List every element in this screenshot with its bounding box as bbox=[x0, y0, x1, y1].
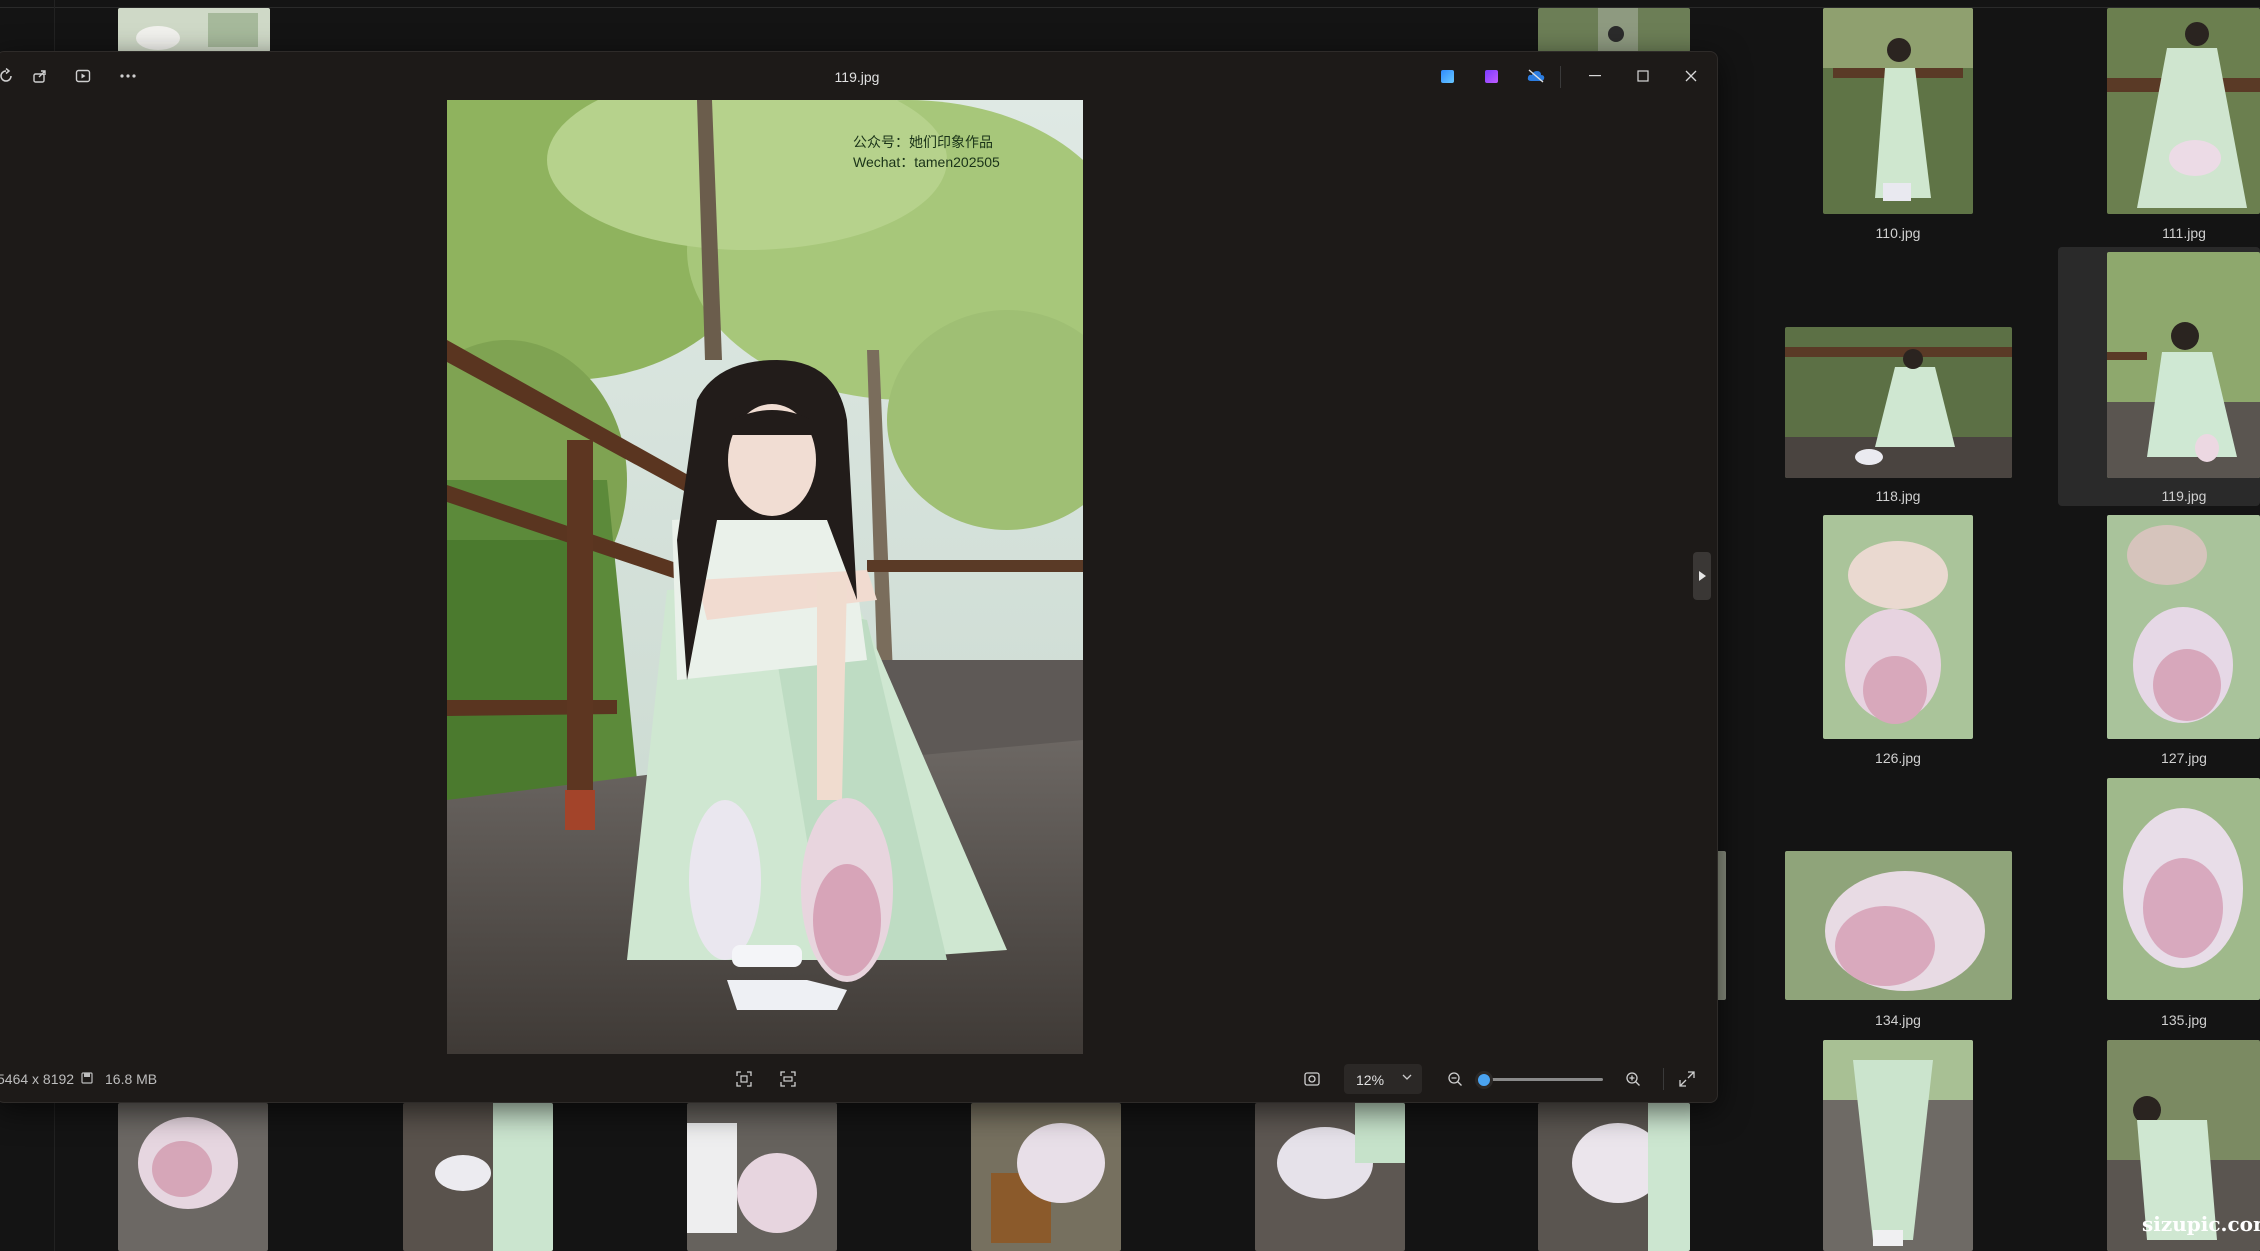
thumbnail-label: 126.jpg bbox=[1875, 750, 1921, 766]
gallery-thumbnail-126[interactable] bbox=[1823, 515, 1973, 739]
gallery-thumbnail-118[interactable] bbox=[1785, 327, 2012, 478]
fullscreen-icon[interactable] bbox=[1672, 1066, 1702, 1092]
clipchamp-icon[interactable] bbox=[1476, 62, 1506, 90]
titlebar-separator bbox=[1560, 66, 1561, 88]
main-photo[interactable]: 公众号：她们印象作品 Wechat：tamen202505 bbox=[447, 100, 1083, 1054]
gallery-thumbnail[interactable] bbox=[1538, 1103, 1690, 1251]
statusbar-separator bbox=[1663, 1068, 1664, 1090]
save-icon bbox=[81, 1071, 93, 1087]
fit-to-window-icon[interactable] bbox=[729, 1066, 759, 1092]
next-image-button[interactable] bbox=[1693, 552, 1711, 600]
gallery-thumbnail[interactable] bbox=[687, 1103, 837, 1251]
visual-search-icon[interactable] bbox=[1297, 1066, 1327, 1092]
edit-app-icon[interactable] bbox=[1432, 62, 1462, 90]
gallery-thumbnail[interactable] bbox=[403, 1103, 553, 1251]
gallery-thumbnail[interactable] bbox=[1823, 1040, 1973, 1251]
gallery-thumbnail[interactable] bbox=[118, 1103, 268, 1251]
zoom-slider-thumb[interactable] bbox=[1475, 1071, 1493, 1089]
gallery-thumbnail-134[interactable] bbox=[1785, 851, 2012, 1000]
viewer-statusbar: 5464 x 8192 16.8 MB 12% bbox=[0, 1056, 1717, 1102]
zoom-in-icon[interactable] bbox=[1618, 1066, 1648, 1092]
file-size: 16.8 MB bbox=[105, 1071, 158, 1087]
minimize-button[interactable] bbox=[1572, 58, 1618, 94]
thumbnail-label: 111.jpg bbox=[2162, 225, 2206, 241]
gallery-thumbnail-127[interactable] bbox=[2107, 515, 2260, 739]
chevron-down-icon bbox=[1402, 1071, 1412, 1083]
zoom-slider-track[interactable] bbox=[1481, 1078, 1603, 1081]
thumbnail-label: 127.jpg bbox=[2161, 750, 2207, 766]
photo-watermark-line1: 公众号：她们印象作品 bbox=[853, 134, 993, 150]
gallery-thumbnail[interactable] bbox=[971, 1103, 1121, 1251]
onedrive-icon[interactable] bbox=[1521, 62, 1551, 90]
site-watermark: sizupic.com bbox=[2142, 1212, 2260, 1236]
gallery-thumbnail[interactable] bbox=[1255, 1103, 1405, 1251]
photo-viewer-window: 119.jpg 公众号：她们印象作品 Wechat：tamen202505 54… bbox=[0, 51, 1718, 1103]
maximize-button[interactable] bbox=[1620, 58, 1666, 94]
gallery-thumbnail-135[interactable] bbox=[2107, 778, 2260, 1000]
thumbnail-label: 110.jpg bbox=[1875, 225, 1921, 241]
photo-watermark-line2: Wechat：tamen202505 bbox=[853, 154, 1000, 170]
thumbnail-label: 118.jpg bbox=[1875, 488, 1921, 504]
actual-size-icon[interactable] bbox=[773, 1066, 803, 1092]
thumbnail-label: 119.jpg bbox=[2161, 488, 2207, 504]
gallery-thumbnail[interactable] bbox=[1538, 8, 1690, 52]
gallery-thumbnail-119[interactable] bbox=[2107, 252, 2260, 478]
zoom-level-dropdown[interactable]: 12% bbox=[1344, 1064, 1422, 1094]
gallery-thumbnail-110[interactable] bbox=[1823, 8, 1973, 214]
thumbnail-label: 135.jpg bbox=[2161, 1012, 2207, 1028]
zoom-out-icon[interactable] bbox=[1440, 1066, 1470, 1092]
viewer-titlebar: 119.jpg bbox=[0, 52, 1717, 100]
gallery-thumbnail[interactable] bbox=[118, 8, 270, 52]
zoom-level-value: 12% bbox=[1356, 1072, 1385, 1088]
image-dimensions: 5464 x 8192 bbox=[0, 1071, 75, 1087]
close-button[interactable] bbox=[1668, 58, 1714, 94]
gallery-thumbnail-111[interactable] bbox=[2107, 8, 2260, 214]
thumbnail-label: 134.jpg bbox=[1875, 1012, 1921, 1028]
